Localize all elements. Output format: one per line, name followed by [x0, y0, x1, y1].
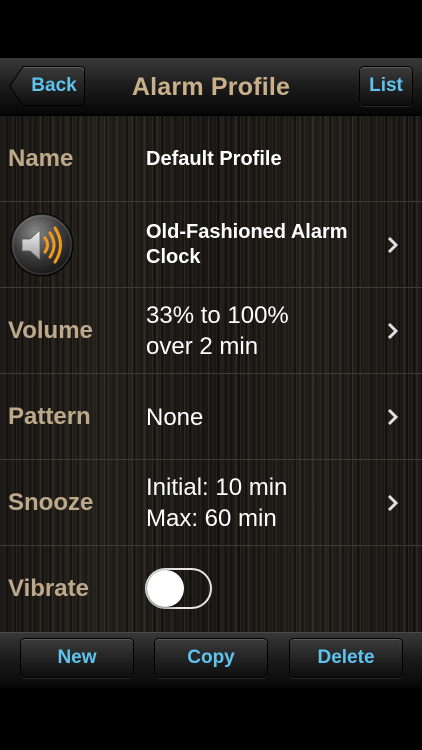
- list-button[interactable]: List: [359, 66, 413, 106]
- row-pattern[interactable]: Pattern None: [0, 374, 422, 460]
- name-label: Name: [8, 145, 74, 172]
- volume-value-line1: 33% to 100%: [146, 302, 289, 329]
- pattern-value-text: None: [146, 403, 204, 431]
- volume-label: Volume: [8, 317, 93, 344]
- chevron-right-icon: [387, 494, 399, 512]
- bottom-toolbar: New Copy Delete: [0, 632, 422, 688]
- row-vibrate: Vibrate: [0, 546, 422, 632]
- new-button[interactable]: New: [20, 638, 134, 678]
- chevron-right-icon: [387, 322, 399, 340]
- name-value-text: Default Profile: [146, 147, 282, 170]
- row-snooze[interactable]: Snooze Initial: 10 min Max: 60 min: [0, 460, 422, 546]
- delete-button[interactable]: Delete: [289, 638, 403, 678]
- profile-settings-table: Name Default Profile Old-Fashioned Alarm…: [0, 116, 422, 632]
- sound-value-line2: Clock: [146, 246, 201, 268]
- back-button-label: Back: [31, 75, 77, 96]
- snooze-value-line1: Initial: 10 min: [146, 474, 288, 501]
- chevron-right-icon: [387, 236, 399, 254]
- volume-value: 33% to 100% over 2 min: [146, 288, 376, 374]
- navigation-bar: Back Alarm Profile List: [0, 58, 422, 116]
- copy-button[interactable]: Copy: [154, 638, 268, 678]
- volume-value-line2: over 2 min: [146, 333, 259, 360]
- status-bar: [0, 0, 422, 58]
- back-button[interactable]: Back: [9, 66, 85, 106]
- screen: Back Alarm Profile List Name Default Pro…: [0, 0, 422, 750]
- sound-value-line1: Old-Fashioned Alarm: [146, 221, 348, 243]
- row-sound[interactable]: Old-Fashioned Alarm Clock: [0, 202, 422, 288]
- vibrate-toggle-knob: [147, 570, 184, 607]
- snooze-label: Snooze: [8, 489, 94, 516]
- snooze-value: Initial: 10 min Max: 60 min: [146, 460, 376, 546]
- pattern-label: Pattern: [8, 403, 91, 430]
- snooze-value-line2: Max: 60 min: [146, 505, 277, 532]
- page-title: Alarm Profile: [131, 73, 291, 101]
- row-volume[interactable]: Volume 33% to 100% over 2 min: [0, 288, 422, 374]
- name-value: Default Profile: [146, 116, 376, 202]
- sound-value: Old-Fashioned Alarm Clock: [146, 202, 376, 288]
- pattern-value: None: [146, 374, 376, 460]
- vibrate-label: Vibrate: [8, 575, 89, 602]
- speaker-icon: [10, 213, 74, 277]
- bottom-safe-area: [0, 688, 422, 750]
- vibrate-toggle[interactable]: [145, 568, 212, 609]
- chevron-right-icon: [387, 408, 399, 426]
- row-name[interactable]: Name Default Profile: [0, 116, 422, 202]
